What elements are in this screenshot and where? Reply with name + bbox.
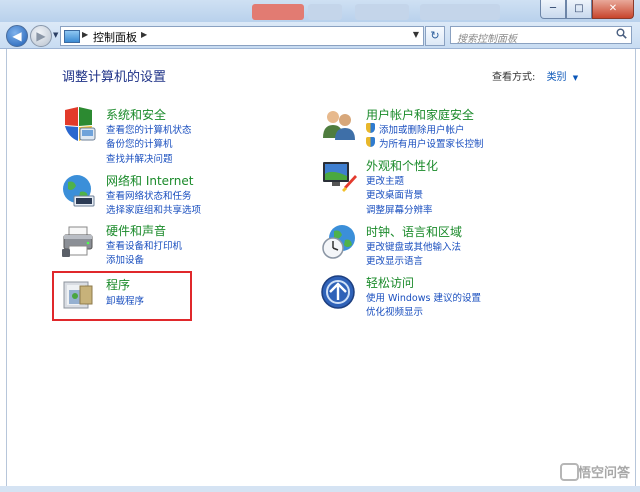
window-controls: ─ □ ✕ [540, 0, 634, 19]
category-title[interactable]: 轻松访问 [366, 274, 414, 291]
search-input[interactable] [455, 31, 614, 48]
category-link[interactable]: 使用 Windows 建议的设置 [366, 290, 481, 304]
globe-network-icon[interactable] [60, 172, 96, 208]
breadcrumb-separator-icon[interactable]: ▶ [82, 30, 88, 39]
printer-icon[interactable] [60, 222, 96, 258]
watermark-text: 悟空问答 [577, 466, 630, 481]
chevron-down-icon[interactable]: ▼ [573, 74, 578, 82]
category-link[interactable]: 备份您的计算机 [106, 136, 173, 150]
category-link[interactable]: 添加或删除用户帐户 [366, 122, 465, 136]
category-title[interactable]: 系统和安全 [106, 106, 166, 123]
category-title[interactable]: 时钟、语言和区域 [366, 223, 462, 240]
view-by-value[interactable]: 类别 [547, 72, 567, 83]
control-panel-icon [64, 30, 80, 43]
category-link[interactable]: 添加设备 [106, 252, 144, 266]
title-bar-blur [355, 4, 409, 20]
forward-button[interactable]: ▶ [30, 25, 52, 47]
title-bar-blur [308, 4, 342, 20]
monitor-paint-icon[interactable] [320, 157, 357, 193]
breadcrumb-separator-icon[interactable]: ▶ [141, 30, 147, 39]
recent-pages-dropdown-icon[interactable]: ▼ [53, 31, 58, 39]
category-link[interactable]: 查看设备和打印机 [106, 238, 182, 252]
ease-of-access-icon[interactable] [320, 274, 356, 310]
view-by-selector: 查看方式: 类别 ▼ [492, 68, 578, 83]
category-title[interactable]: 外观和个性化 [366, 157, 438, 174]
minimize-button[interactable]: ─ [540, 0, 566, 19]
category-link[interactable]: 更改主题 [366, 173, 404, 187]
clock-globe-icon[interactable] [320, 223, 356, 259]
window-bottom-border [0, 486, 640, 492]
uac-shield-icon [366, 137, 375, 147]
category-link[interactable]: 优化视频显示 [366, 304, 423, 318]
category-title[interactable]: 硬件和声音 [106, 222, 166, 239]
category-link-text[interactable]: 添加或删除用户帐户 [379, 125, 465, 136]
refresh-button[interactable]: ↻ [425, 26, 445, 46]
watermark-logo-icon [559, 463, 579, 481]
category-link[interactable]: 更改显示语言 [366, 253, 423, 267]
maximize-button[interactable]: □ [566, 0, 592, 19]
category-title[interactable]: 网络和 Internet [106, 172, 193, 189]
back-button[interactable]: ◀ [6, 25, 28, 47]
window-title-bar: ─ □ ✕ [0, 0, 640, 22]
category-link[interactable]: 更改桌面背景 [366, 187, 423, 201]
category-link[interactable]: 查找并解决问题 [106, 151, 173, 165]
page-title: 调整计算机的设置 [62, 70, 167, 85]
category-link-text[interactable]: 为所有用户设置家长控制 [379, 139, 484, 150]
close-button[interactable]: ✕ [592, 0, 634, 19]
category-link[interactable]: 为所有用户设置家长控制 [366, 136, 484, 150]
category-link[interactable]: 更改键盘或其他输入法 [366, 239, 461, 253]
category-link[interactable]: 查看您的计算机状态 [106, 122, 192, 136]
watermark: 悟空问答 [559, 462, 630, 481]
address-dropdown-icon[interactable]: ▼ [413, 30, 419, 39]
highlight-box [52, 271, 192, 321]
title-bar-blur [420, 4, 500, 20]
title-bar-blur [252, 4, 304, 20]
breadcrumb-control-panel[interactable]: 控制面板 [93, 29, 137, 45]
navigation-toolbar: ◀ ▶ ▼ ▶ 控制面板 ▶ ▼ ↻ [0, 22, 640, 49]
shield-icon[interactable] [60, 106, 96, 142]
view-by-label: 查看方式: [492, 72, 536, 83]
category-link[interactable]: 选择家庭组和共享选项 [106, 202, 201, 216]
uac-shield-icon [366, 123, 375, 133]
category-link[interactable]: 调整屏幕分辨率 [366, 202, 433, 216]
search-icon[interactable] [616, 28, 627, 42]
users-icon[interactable] [320, 106, 356, 142]
category-title[interactable]: 用户帐户和家庭安全 [366, 106, 474, 123]
address-bar[interactable]: ▶ 控制面板 ▶ ▼ [60, 26, 424, 46]
search-box[interactable] [450, 26, 632, 48]
category-link[interactable]: 查看网络状态和任务 [106, 188, 192, 202]
